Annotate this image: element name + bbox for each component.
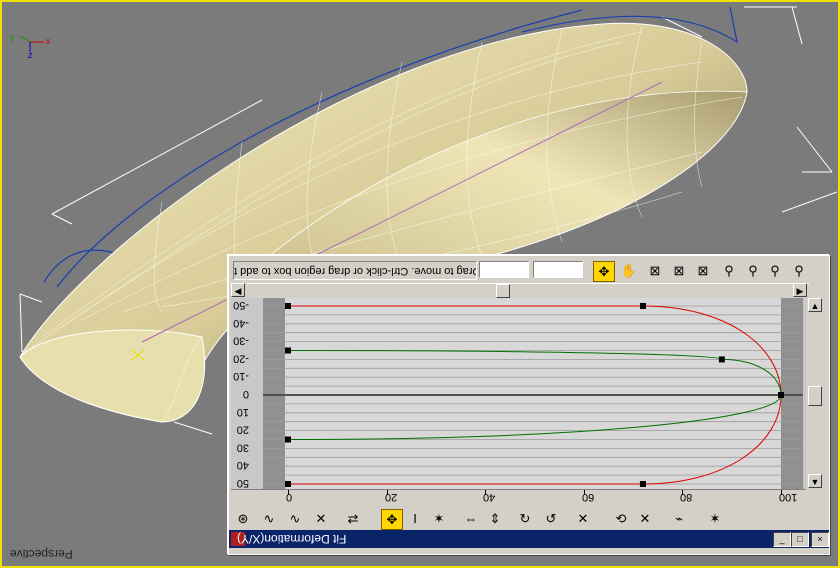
display-x-axis-icon[interactable]: ∿ [259,509,279,528]
scroll-left-button[interactable]: ◀ [231,283,245,297]
scroll-down-button[interactable]: ▼ [808,474,822,488]
horizontal-scrollbar[interactable] [247,283,809,298]
pan-hand-icon[interactable]: ✋ [619,261,639,280]
y-tick-label: -10 [233,370,249,382]
x-tick-mark [386,490,388,495]
control-point [285,303,291,309]
y-tick-label: -50 [233,299,249,311]
control-point [639,303,646,309]
close-button[interactable]: × [811,532,829,547]
scale-icon[interactable]: I [405,509,425,528]
delete-curve-icon[interactable]: ✕ [635,509,655,528]
display-y-axis-icon[interactable]: ∿ [285,509,305,528]
zoom-vertical-icon[interactable]: ⚲ [743,261,763,280]
axis-tripod: x y z [8,32,58,62]
reset-curve-icon[interactable]: ⟲ [611,509,631,528]
status-prompt: Drag to move. Ctrl-click or drag region … [233,261,477,280]
y-tick-label: -20 [233,352,249,364]
control-point [639,481,646,487]
y-tick-label: 10 [237,406,249,418]
control-point [285,436,291,443]
mirror-vertical-icon[interactable]: ⇕ [485,509,505,528]
x-tick-mark [288,490,289,495]
x-tick-mark [485,490,487,495]
dialog-title-bar[interactable]: Fit Deformation(X/Y) _ □ × [229,530,829,548]
move-control-point-icon[interactable]: ✥ [593,261,615,282]
mirror-horizontal-icon[interactable]: ⇔ [461,509,481,528]
deformation-curve-graph[interactable]: -50 -40 -30 -20 -10 0 10 20 30 40 50 [231,298,806,490]
scroll-right-button[interactable]: ▶ [793,283,807,297]
hull-bow [19,329,206,423]
y-tick-label: 20 [237,424,249,436]
control-point [285,481,291,487]
zoom-horizontal-icon[interactable]: ⚲ [719,261,739,280]
vertical-scrollbar[interactable]: ▲ ▼ [807,298,823,490]
display-xy-axes-icon[interactable]: ✕ [311,509,331,528]
zoom-icon[interactable]: ⚲ [765,261,785,280]
lock-aspect-icon[interactable]: ⊛ [233,509,253,528]
control-point [778,392,784,398]
y-tick-label: 30 [237,441,249,453]
x-tick-mark [583,490,585,495]
rotate-cw-icon[interactable]: ↻ [515,509,535,528]
x-tick-mark [682,490,684,495]
y-tick-label: 40 [237,459,249,471]
zoom-region-icon[interactable]: ⚲ [789,261,809,280]
axis-y-label: y [10,32,15,42]
vertical-scroll-thumb[interactable] [808,386,822,406]
control-point [285,347,291,354]
curve-plot[interactable]: -50 -40 -30 -20 -10 0 10 20 30 40 50 [231,298,806,490]
x-value-field[interactable] [479,261,529,278]
bottom-toolbar: ⊛ ∿ ∿ ✕ ⇄ ✥ I ✶ ⇔ ⇕ ↻ ↺ ✕ ⟲ ✕ ⌁ ✶ [229,506,829,530]
top-toolbar: Drag to move. Ctrl-click or drag region … [229,258,829,282]
y-tick-label: -30 [233,335,249,347]
y-tick-label: -40 [233,317,249,329]
rotate-ccw-icon[interactable]: ↺ [541,509,561,528]
dialog-title: Fit Deformation(X/Y) [237,532,347,546]
minimize-button[interactable]: _ [773,532,791,547]
y-value-field[interactable] [533,261,583,278]
horizontal-scroll-thumb[interactable] [496,284,510,298]
generate-path-icon[interactable]: ✶ [705,509,725,528]
zoom-vertical-extents-icon[interactable]: ⊠ [693,261,713,280]
fit-deformation-dialog: Drag to move. Ctrl-click or drag region … [228,255,830,555]
move-icon[interactable]: ✥ [381,509,403,530]
control-point [718,356,725,363]
x-tick-label: 0 [286,491,293,503]
axis-z-label: z [28,50,33,60]
zoom-horizontal-extents-icon[interactable]: ⊠ [669,261,689,280]
status-text: Drag to move. Ctrl-click or drag region … [234,265,477,277]
delete-control-point-icon[interactable]: ✕ [573,509,593,528]
get-shape-icon[interactable]: ⌁ [669,509,689,528]
x-axis-ruler: 0 20 40 60 80 100 [231,489,806,504]
scroll-up-button[interactable]: ▲ [808,298,822,312]
insert-point-icon[interactable]: ✶ [429,509,449,528]
x-tick-mark [781,490,782,495]
axis-x-label: x [46,36,51,46]
viewport-label[interactable]: Perspective [10,547,73,561]
swap-curves-icon[interactable]: ⇄ [343,509,363,528]
y-tick-label: 0 [243,388,249,400]
y-tick-label: 50 [237,477,249,489]
maximize-button[interactable]: □ [791,532,809,547]
zoom-extents-icon[interactable]: ⊠ [645,261,665,280]
